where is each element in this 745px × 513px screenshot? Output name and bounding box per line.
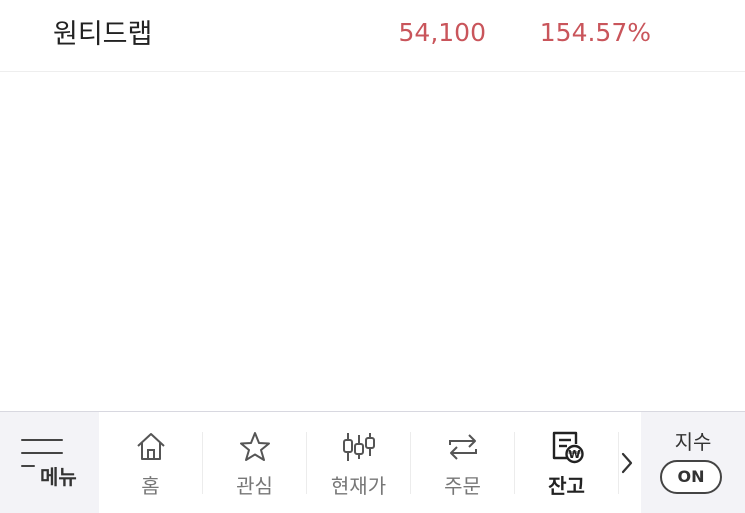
exchange-arrows-icon [448,434,477,460]
index-panel[interactable]: 지수 ON [641,412,745,513]
candlestick-icon [342,433,375,461]
nav-item-order[interactable]: 주문 [411,412,514,513]
nav-item-balance[interactable]: ₩ 잔고 [515,412,618,513]
nav-item-label: 잔고 [548,474,585,498]
nav-item-label: 홈 [141,474,160,498]
nav-item-label: 관심 [236,474,273,498]
chevron-right-icon[interactable] [616,446,638,480]
svg-text:₩: ₩ [568,448,580,461]
menu-button[interactable]: 메뉴 [0,412,99,513]
stock-change-rate: 154.57% [539,18,651,47]
bottom-navigation: 메뉴 홈 관심 현재가 주문 ₩ 잔고 지수 ON [0,411,745,513]
nav-item-current-price[interactable]: 현재가 [307,412,410,513]
stock-name: 원티드랩 [53,19,153,50]
nav-item-home[interactable]: 홈 [99,412,202,513]
index-toggle[interactable]: ON [660,460,722,494]
stock-price: 54,100 [398,18,486,47]
home-icon [136,433,165,460]
nav-item-label: 주문 [444,474,481,498]
nav-item-watchlist[interactable]: 관심 [203,412,306,513]
star-icon [239,432,270,461]
nav-item-label: 현재가 [330,474,387,498]
menu-label: 메뉴 [40,465,77,489]
balance-document-icon: ₩ [552,431,584,464]
index-label: 지수 [674,430,712,454]
stock-row[interactable]: 원티드랩 54,100 154.57% [0,0,745,72]
